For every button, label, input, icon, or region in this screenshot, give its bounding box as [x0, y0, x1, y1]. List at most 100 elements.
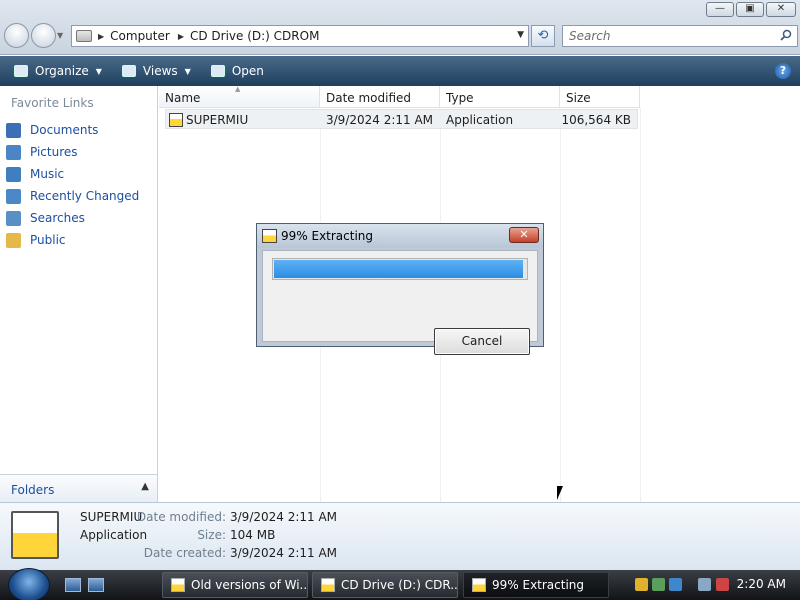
taskbar-item-explorer[interactable]: CD Drive (D:) CDR...: [312, 572, 458, 598]
cd-drive-icon: [321, 578, 335, 592]
search-icon[interactable]: [780, 29, 792, 41]
chevron-right-icon[interactable]: ▶: [178, 32, 184, 41]
chevron-up-icon: ▲: [141, 481, 149, 492]
column-header-date-modified[interactable]: Date modified: [320, 86, 440, 108]
close-button[interactable]: ✕: [509, 227, 539, 243]
pictures-icon: [6, 144, 21, 160]
clock[interactable]: 2:20 AM: [737, 577, 786, 591]
date-created-value: 3/9/2024 2:11 AM: [230, 546, 338, 560]
taskbar-item-label: Old versions of Wi...: [191, 578, 308, 592]
size-value: 104 MB: [230, 528, 276, 542]
address-bar[interactable]: ▶ Computer ▶ CD Drive (D:) CDROM ▼: [71, 25, 529, 47]
breadcrumb-cd-drive[interactable]: CD Drive (D:) CDROM: [190, 29, 319, 43]
switch-windows-icon[interactable]: [88, 578, 104, 592]
browser-icon: [171, 578, 185, 592]
sort-indicator-icon: ▲: [235, 85, 241, 93]
application-icon: [472, 578, 486, 592]
refresh-button[interactable]: ⟲: [531, 25, 555, 47]
taskbar-item-label: CD Drive (D:) CDR...: [341, 578, 458, 592]
open-icon: [210, 65, 225, 77]
details-file-name: SUPERMIU: [80, 510, 143, 524]
close-button[interactable]: ✕: [766, 2, 796, 17]
column-label: Name: [165, 91, 201, 105]
show-desktop-icon[interactable]: [65, 578, 81, 592]
details-pane: SUPERMIU Application Date modified: 3/9/…: [0, 502, 800, 570]
network-icon[interactable]: [698, 578, 711, 591]
sidebar-item-music[interactable]: Music: [6, 163, 139, 185]
taskbar-item-browser[interactable]: Old versions of Wi...: [162, 572, 308, 598]
recent-pages-dropdown-icon[interactable]: ▼: [57, 31, 63, 40]
dialog-title: 99% Extracting: [281, 229, 374, 243]
views-button[interactable]: Views ▼: [116, 59, 197, 83]
size-label: Size:: [197, 528, 226, 542]
sidebar-item-label: Documents: [30, 123, 99, 137]
file-type: Application: [446, 113, 514, 127]
file-size: 106,564 KB: [561, 113, 631, 127]
sidebar-item-label: Searches: [30, 211, 85, 225]
window-controls: — ▣ ✕: [706, 2, 796, 17]
command-bar: Organize ▼ Views ▼ Open ?: [0, 56, 800, 86]
security-shield-icon[interactable]: [635, 578, 648, 591]
minimize-button[interactable]: —: [706, 2, 734, 17]
recently-changed-icon: [6, 188, 21, 204]
navigation-pane: Favorite Links Documents Pictures Music …: [0, 86, 158, 502]
date-modified-value: 3/9/2024 2:11 AM: [230, 510, 338, 524]
documents-icon: [6, 122, 21, 138]
favorite-links-title: Favorite Links: [11, 96, 94, 110]
date-modified-label: Date modified:: [136, 510, 226, 524]
folders-toggle[interactable]: Folders ▲: [0, 474, 157, 502]
open-label: Open: [231, 64, 264, 78]
taskbar-item-extracting[interactable]: 99% Extracting: [463, 572, 609, 598]
volume-muted-icon[interactable]: [716, 578, 729, 591]
taskbar-item-label: 99% Extracting: [492, 578, 585, 592]
public-folder-icon: [6, 232, 21, 248]
table-row[interactable]: SUPERMIU 3/9/2024 2:11 AM Application 10…: [165, 109, 638, 129]
search-placeholder: Search: [569, 29, 611, 43]
start-button[interactable]: [8, 568, 50, 600]
favorite-links-list: Documents Pictures Music Recently Change…: [6, 119, 139, 251]
sidebar-item-recently-changed[interactable]: Recently Changed: [6, 185, 139, 207]
help-icon[interactable]: ?: [775, 63, 791, 79]
column-divider: [560, 108, 561, 502]
folders-label: Folders: [11, 483, 55, 497]
sidebar-item-documents[interactable]: Documents: [6, 119, 139, 141]
column-header-size[interactable]: Size: [560, 86, 640, 108]
application-icon: [11, 511, 59, 559]
column-divider: [640, 108, 641, 502]
address-dropdown-icon[interactable]: ▼: [517, 30, 524, 40]
sidebar-item-label: Pictures: [30, 145, 78, 159]
sidebar-item-pictures[interactable]: Pictures: [6, 141, 139, 163]
open-button[interactable]: Open: [205, 59, 270, 83]
sidebar-item-searches[interactable]: Searches: [6, 207, 139, 229]
maximize-button[interactable]: ▣: [736, 2, 764, 17]
column-label: Date modified: [326, 91, 412, 105]
date-created-label: Date created:: [143, 546, 226, 560]
organize-label: Organize: [35, 64, 89, 78]
progress-bar: [272, 258, 528, 280]
application-icon: [262, 229, 277, 243]
extracting-dialog: 99% Extracting ✕ Cancel: [256, 223, 544, 355]
sidebar-item-public[interactable]: Public: [6, 229, 139, 251]
back-button[interactable]: [4, 23, 29, 48]
computer-icon: [76, 30, 92, 42]
views-label: Views: [142, 64, 178, 78]
column-label: Size: [566, 91, 591, 105]
organize-button[interactable]: Organize ▼: [8, 59, 108, 83]
security-center-icon[interactable]: [652, 578, 665, 591]
mouse-cursor-icon: [557, 486, 563, 500]
music-icon: [6, 166, 21, 182]
network-activity-icon[interactable]: [669, 578, 682, 591]
views-icon: [121, 65, 136, 77]
forward-button[interactable]: [31, 23, 56, 48]
sidebar-item-label: Public: [30, 233, 66, 247]
dialog-titlebar[interactable]: 99% Extracting ✕: [257, 224, 543, 248]
application-icon: [169, 113, 183, 127]
dialog-body: Cancel: [262, 250, 538, 355]
cancel-button[interactable]: Cancel: [434, 328, 530, 355]
chevron-down-icon: ▼: [184, 66, 191, 76]
column-header-name[interactable]: ▲ Name: [159, 85, 320, 108]
search-input[interactable]: Search: [562, 25, 798, 47]
chevron-right-icon[interactable]: ▶: [98, 32, 104, 41]
column-header-type[interactable]: Type: [440, 86, 560, 108]
breadcrumb-computer[interactable]: Computer: [110, 29, 170, 43]
